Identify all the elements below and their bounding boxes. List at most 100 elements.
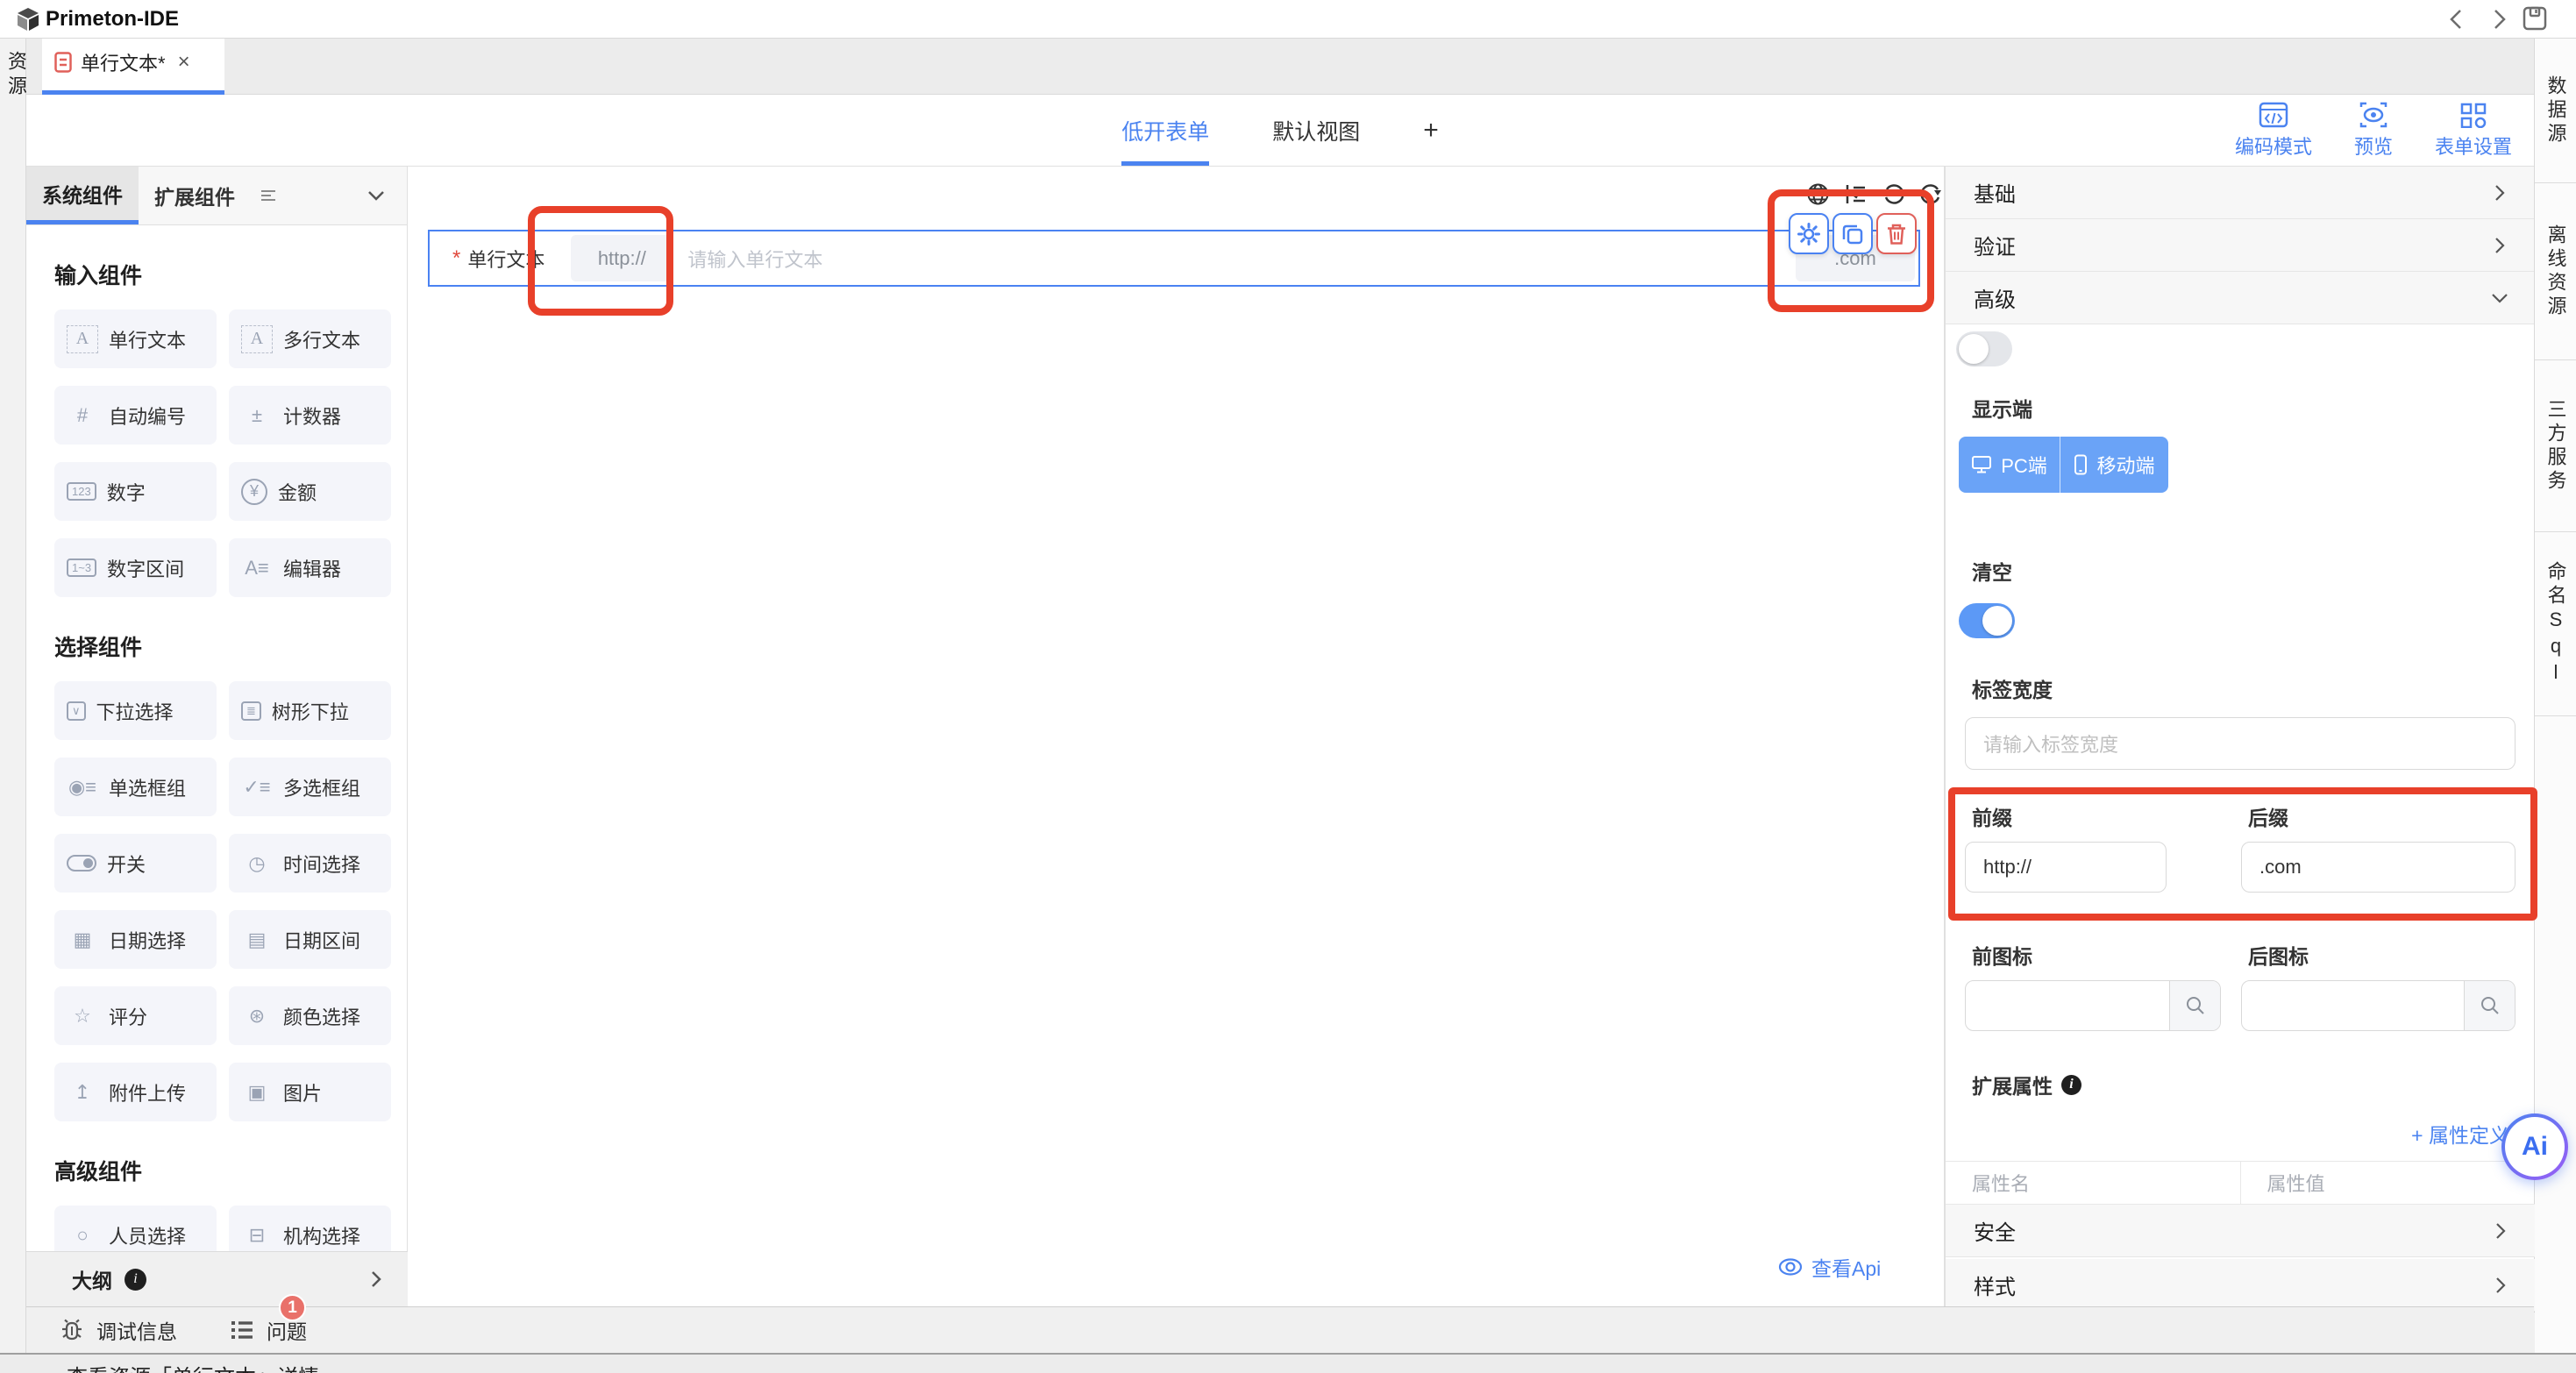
palette-menu-icon[interactable]: [251, 167, 286, 224]
palette-item[interactable]: 开关: [54, 834, 217, 893]
outline-label: 大纲: [72, 1264, 112, 1294]
save-icon[interactable]: [2522, 5, 2548, 30]
nav-forward-icon[interactable]: [2487, 7, 2513, 32]
palette-item[interactable]: ▣图片: [229, 1063, 391, 1121]
palette-collapse-chevron-icon[interactable]: [365, 184, 388, 207]
palette-item[interactable]: ✓≡多选框组: [229, 758, 391, 816]
close-tab-icon[interactable]: ×: [178, 50, 190, 75]
prefix-input[interactable]: http://: [1965, 842, 2167, 893]
document-tab-active[interactable]: 单行文本* ×: [42, 39, 224, 95]
palette-item[interactable]: 1~3数字区间: [54, 538, 217, 597]
add-view-button[interactable]: +: [1423, 95, 1439, 166]
redo-icon[interactable]: [1919, 182, 1943, 206]
palette-item[interactable]: ⊛颜色选择: [229, 986, 391, 1045]
add-attribute-link[interactable]: + 属性定义: [2411, 1119, 2509, 1149]
right-rail-item[interactable]: 数据源: [2535, 39, 2576, 183]
view-api-link[interactable]: 查看Api: [1778, 1252, 1881, 1282]
palette-item[interactable]: ∨下拉选择: [54, 681, 217, 740]
front-icon-label: 前图标: [1972, 940, 2032, 970]
back-icon-input[interactable]: [2241, 980, 2516, 1031]
search-icon[interactable]: [2464, 981, 2515, 1030]
pc-target-button[interactable]: PC端: [1959, 437, 2060, 493]
component-icon: ◷: [241, 852, 273, 875]
chevron-right-icon: [2490, 183, 2509, 203]
tab-default-view[interactable]: 默认视图: [1272, 95, 1360, 166]
palette-item[interactable]: ◷时间选择: [229, 834, 391, 893]
palette-item[interactable]: ± 计数器: [229, 386, 391, 445]
tab-low-code-form[interactable]: 低开表单: [1121, 95, 1209, 166]
mobile-target-button[interactable]: 移动端: [2060, 437, 2168, 493]
form-settings-button[interactable]: 表单设置: [2435, 102, 2512, 160]
palette-item[interactable]: ▤日期区间: [229, 910, 391, 969]
palette-item[interactable]: ▦日期选择: [54, 910, 217, 969]
code-icon: [2259, 102, 2288, 128]
app-logo-icon: [16, 6, 40, 32]
code-mode-button[interactable]: 编码模式: [2235, 102, 2312, 160]
palette-item[interactable]: A≡编辑器: [229, 538, 391, 597]
section-advanced[interactable]: 高级: [1946, 272, 2534, 324]
palette-item-label: 金额: [278, 478, 317, 506]
debug-info-button[interactable]: 调试信息: [60, 1315, 177, 1345]
right-rail-item[interactable]: 离线资源: [2535, 183, 2576, 360]
component-icon: ⊛: [241, 1005, 273, 1028]
component-icon: ▣: [241, 1081, 273, 1104]
tab-extended-components[interactable]: 扩展组件: [139, 167, 251, 224]
section-basic[interactable]: 基础: [1946, 167, 2534, 219]
right-rail-item[interactable]: 命名Sql: [2535, 532, 2576, 716]
outline-bar[interactable]: 大纲 i: [26, 1251, 408, 1306]
outline-expand-chevron-icon[interactable]: [366, 1269, 387, 1290]
field-copy-button[interactable]: [1832, 213, 1873, 254]
section-style[interactable]: 样式: [1946, 1259, 2535, 1312]
component-icon: ±: [241, 404, 273, 427]
palette-item[interactable]: ○人员选择: [54, 1206, 217, 1251]
front-icon-input[interactable]: [1965, 980, 2221, 1031]
component-icon: A: [241, 325, 273, 353]
label-width-input[interactable]: 请输入标签宽度: [1965, 717, 2516, 770]
back-icon-label: 后图标: [2248, 940, 2309, 970]
palette-item[interactable]: ⊟机构选择: [229, 1206, 391, 1251]
copy-icon: [1841, 223, 1864, 245]
left-rail: 资源: [0, 39, 26, 1373]
search-icon[interactable]: [2169, 981, 2220, 1030]
palette-item[interactable]: ≣树形下拉: [229, 681, 391, 740]
palette-item[interactable]: A单行文本: [54, 309, 217, 368]
palette-item[interactable]: A多行文本: [229, 309, 391, 368]
right-rail-item[interactable]: 三方服务: [2535, 360, 2576, 532]
bug-icon: [60, 1318, 84, 1342]
field-settings-button[interactable]: [1789, 213, 1829, 254]
section-validation[interactable]: 验证: [1946, 219, 2534, 272]
palette-item-label: 数字区间: [107, 554, 184, 582]
form-canvas[interactable]: * 单行文本 http:// 请输入单行文本 .com 查看Api: [408, 167, 1945, 1311]
ai-assistant-button[interactable]: Ai: [2501, 1113, 2568, 1180]
palette-item[interactable]: ◉≡单选框组: [54, 758, 217, 816]
tab-system-components[interactable]: 系统组件: [26, 167, 139, 224]
preview-button[interactable]: 预览: [2354, 102, 2393, 160]
nav-back-icon[interactable]: [2444, 7, 2471, 32]
selected-field-single-line-text[interactable]: * 单行文本 http:// 请输入单行文本 .com: [428, 230, 1920, 287]
palette-item[interactable]: 123数字: [54, 462, 217, 521]
field-prefix: http://: [571, 235, 672, 281]
property-inspector: 基础 验证 高级 显示端 PC端 移动端 清空 标签宽度 请输入标签宽度 前缀 …: [1945, 167, 2534, 1353]
extended-attrs-label: 扩展属性 i: [1972, 1070, 2081, 1099]
field-input[interactable]: 请输入单行文本: [672, 235, 1796, 281]
undo-icon[interactable]: [1882, 182, 1905, 206]
clear-toggle[interactable]: [1959, 603, 2015, 638]
section-security[interactable]: 安全: [1946, 1205, 2535, 1257]
palette-item[interactable]: ¥金额: [229, 462, 391, 521]
field-delete-button[interactable]: [1876, 213, 1917, 254]
field-label: 单行文本: [467, 245, 571, 273]
palette-item[interactable]: #自动编号: [54, 386, 217, 445]
palette-tabs: 系统组件 扩展组件: [26, 167, 407, 225]
outline-info-icon[interactable]: i: [125, 1269, 146, 1291]
chevron-right-icon: [2491, 1221, 2510, 1241]
globe-icon[interactable]: [1806, 182, 1830, 206]
suffix-input[interactable]: .com: [2241, 842, 2516, 893]
outline-panel-icon[interactable]: [1844, 182, 1868, 206]
required-mark: *: [452, 246, 460, 271]
palette-item[interactable]: ☆评分: [54, 986, 217, 1045]
unlabeled-toggle[interactable]: [1956, 331, 2012, 366]
extended-attrs-info-icon[interactable]: i: [2061, 1075, 2081, 1095]
palette-item-label: 计数器: [283, 402, 341, 430]
component-icon: ▤: [241, 928, 273, 951]
palette-item[interactable]: ↥附件上传: [54, 1063, 217, 1121]
